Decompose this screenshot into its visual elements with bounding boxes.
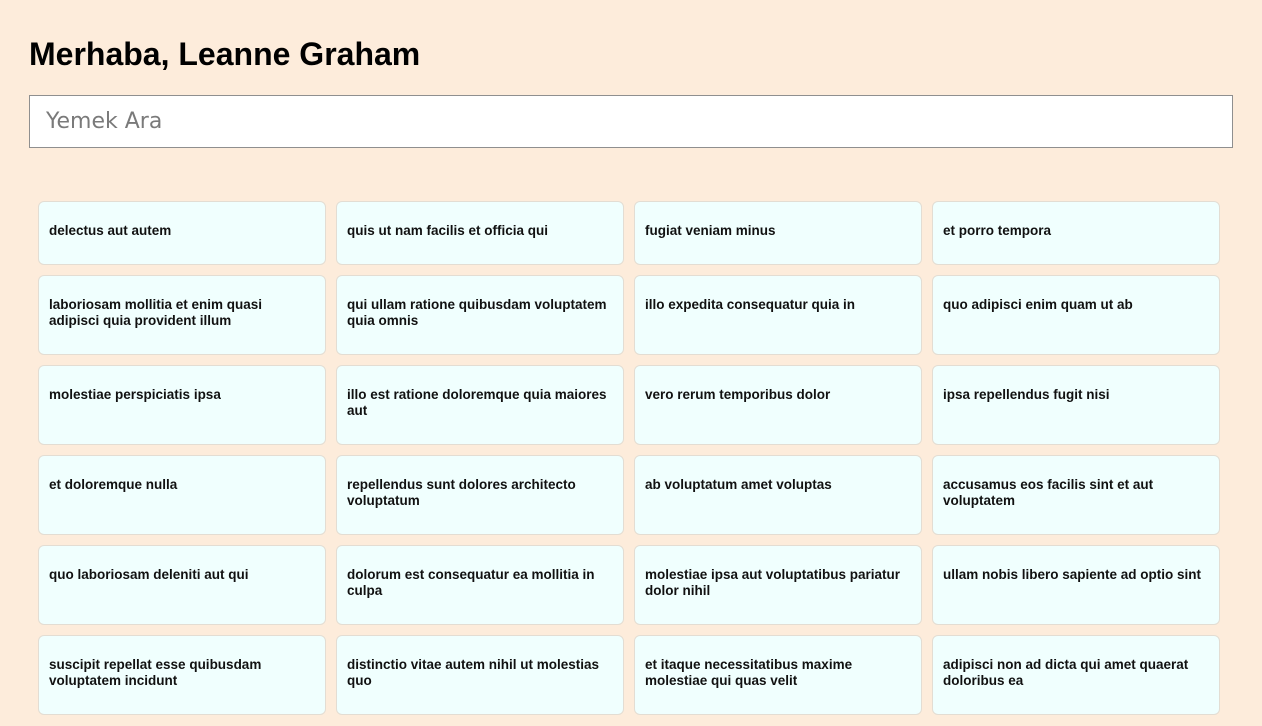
food-card[interactable]: illo expedita consequatur quia in [634, 275, 922, 355]
food-card[interactable]: distinctio vitae autem nihil ut molestia… [336, 635, 624, 715]
food-card[interactable]: quis ut nam facilis et officia qui [336, 201, 624, 265]
food-card[interactable]: repellendus sunt dolores architecto volu… [336, 455, 624, 535]
food-card[interactable]: qui ullam ratione quibusdam voluptatem q… [336, 275, 624, 355]
food-card[interactable]: vero rerum temporibus dolor [634, 365, 922, 445]
food-card[interactable]: et porro tempora [932, 201, 1220, 265]
food-card[interactable]: adipisci non ad dicta qui amet quaerat d… [932, 635, 1220, 715]
page: Merhaba, Leanne Graham delectus aut aute… [0, 0, 1262, 726]
food-card[interactable]: laboriosam mollitia et enim quasi adipis… [38, 275, 326, 355]
food-card[interactable]: quo laboriosam deleniti aut qui [38, 545, 326, 625]
food-card[interactable]: ab voluptatum amet voluptas [634, 455, 922, 535]
food-card[interactable]: molestiae ipsa aut voluptatibus pariatur… [634, 545, 922, 625]
food-card[interactable]: delectus aut autem [38, 201, 326, 265]
food-card[interactable]: dolorum est consequatur ea mollitia in c… [336, 545, 624, 625]
greeting-title: Merhaba, Leanne Graham [29, 36, 421, 72]
food-card[interactable]: illo est ratione doloremque quia maiores… [336, 365, 624, 445]
food-card-grid: delectus aut autem quis ut nam facilis e… [38, 201, 1220, 715]
food-search-input[interactable] [29, 95, 1233, 148]
food-card[interactable]: accusamus eos facilis sint et aut volupt… [932, 455, 1220, 535]
food-card[interactable]: et doloremque nulla [38, 455, 326, 535]
food-card[interactable]: et itaque necessitatibus maxime molestia… [634, 635, 922, 715]
food-card[interactable]: ullam nobis libero sapiente ad optio sin… [932, 545, 1220, 625]
food-card[interactable]: quo adipisci enim quam ut ab [932, 275, 1220, 355]
food-card[interactable]: fugiat veniam minus [634, 201, 922, 265]
food-card[interactable]: molestiae perspiciatis ipsa [38, 365, 326, 445]
food-card[interactable]: ipsa repellendus fugit nisi [932, 365, 1220, 445]
food-card[interactable]: suscipit repellat esse quibusdam volupta… [38, 635, 326, 715]
